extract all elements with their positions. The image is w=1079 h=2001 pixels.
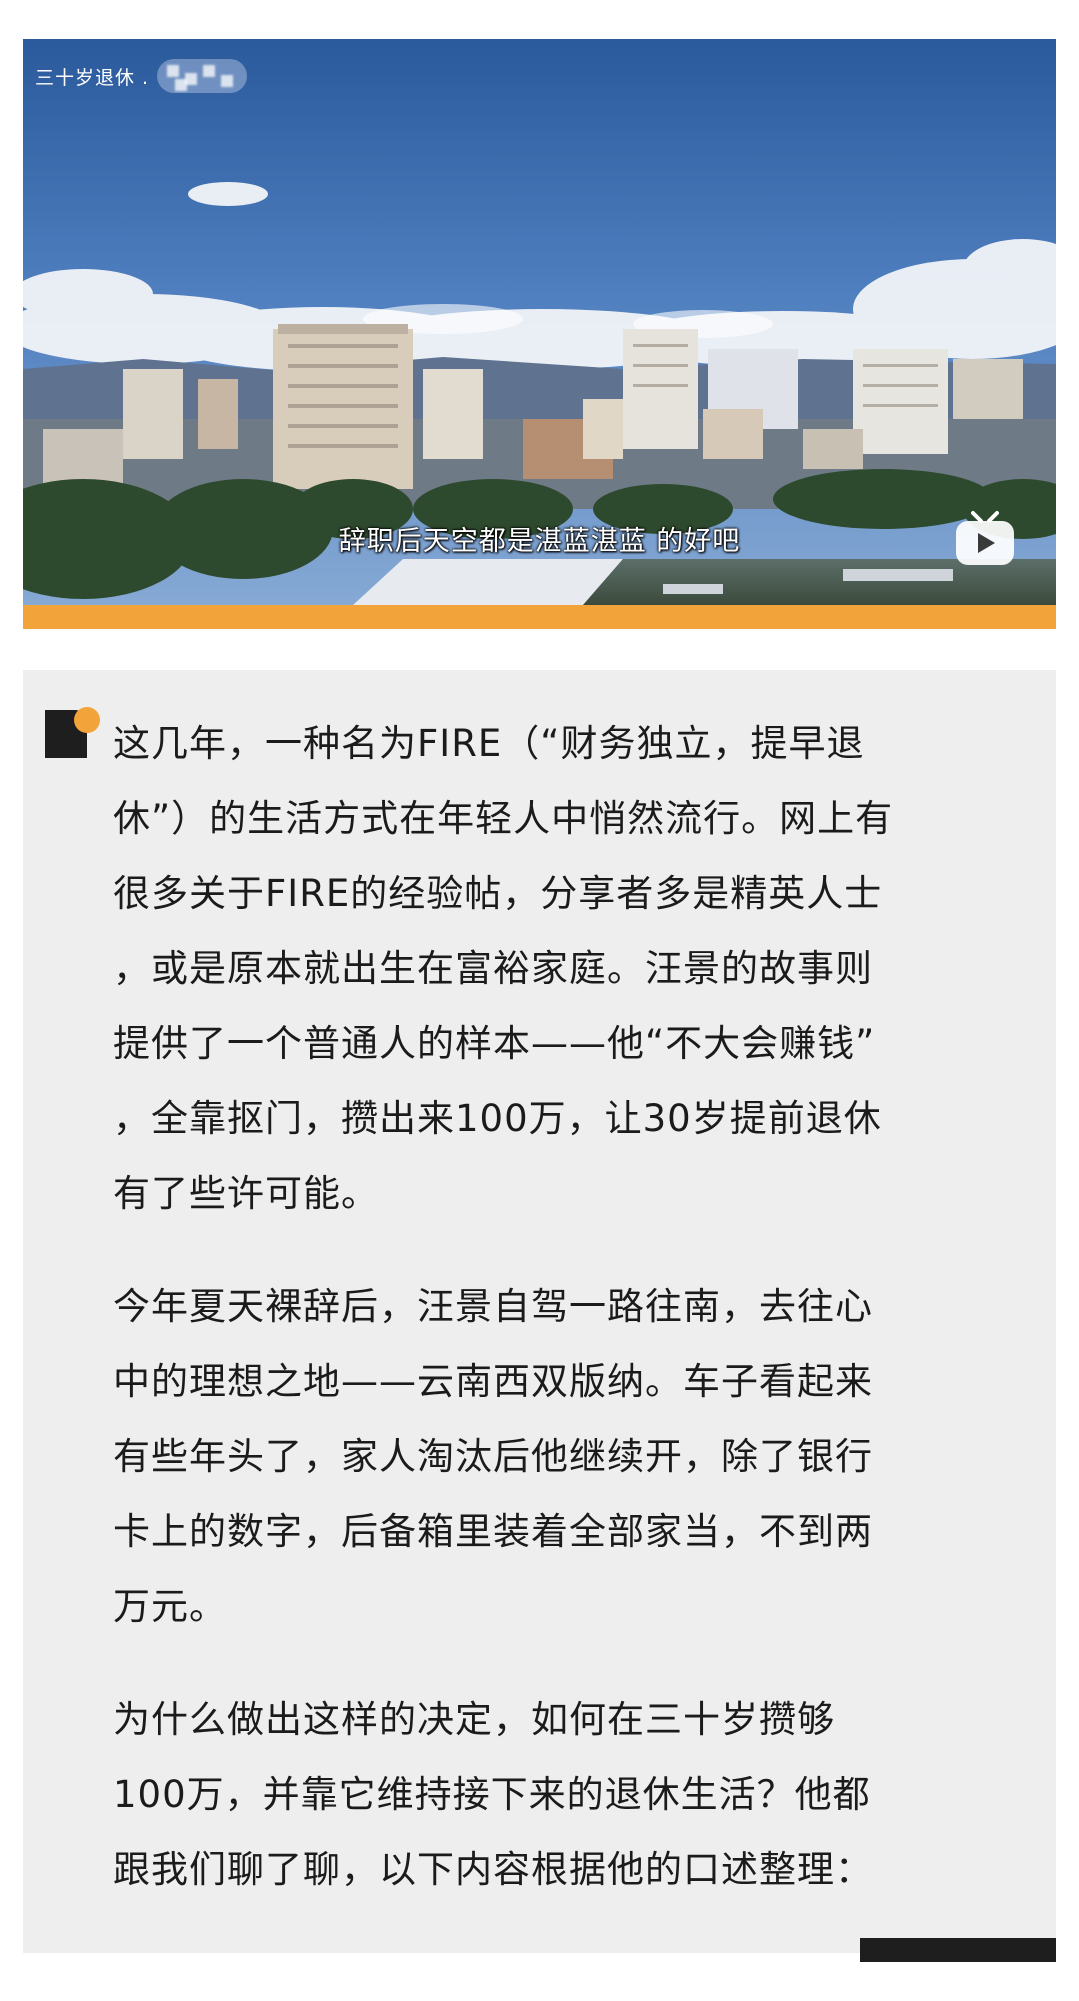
blurred-username xyxy=(157,59,248,93)
video-subtitle: 辞职后天空都是湛蓝湛蓝 的好吧 xyxy=(338,526,741,557)
bottom-decoration-bar xyxy=(860,1938,1056,1962)
article-paragraph-1: 这几年，一种名为FIRE（“财务独立，提早退 休”）的生活方式在年轻人中悄然流行… xyxy=(113,722,894,1215)
channel-name-text: 三十岁退休 . xyxy=(35,66,150,89)
video-player[interactable]: 三十岁退休 . 辞职后天空都是湛蓝湛蓝 的好吧 xyxy=(23,39,1056,605)
video-progress-bar[interactable] xyxy=(23,605,1056,629)
channel-label: 三十岁退休 . xyxy=(35,59,248,93)
article-card: 这几年，一种名为FIRE（“财务独立，提早退 休”）的生活方式在年轻人中悄然流行… xyxy=(23,670,1056,1953)
quote-mark-icon xyxy=(45,707,100,758)
article-paragraph-3: 为什么做出这样的决定，如何在三十岁攒够 100万，并靠它维持接下来的退休生活？他… xyxy=(113,1698,873,1891)
tv-play-icon[interactable] xyxy=(953,509,1017,569)
article-paragraph-2: 今年夏天裸辞后，汪景自驾一路往南，去往心 中的理想之地——云南西双版纳。车子看起… xyxy=(113,1285,873,1628)
article-body: 这几年，一种名为FIRE（“财务独立，提早退 休”）的生活方式在年轻人中悄然流行… xyxy=(113,706,1013,1945)
